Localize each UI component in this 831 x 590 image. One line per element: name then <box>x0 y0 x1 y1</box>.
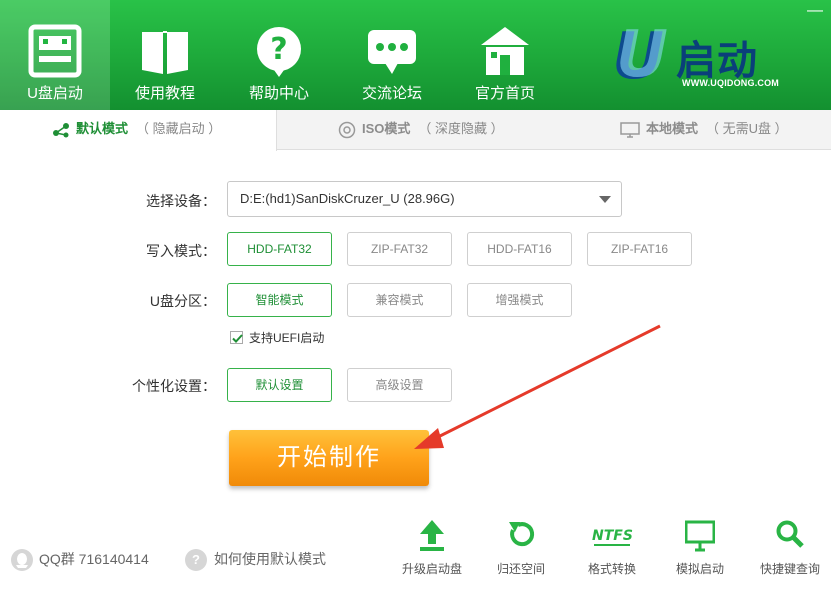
qq-group[interactable]: QQ群 716140414 <box>39 549 149 569</box>
help-default-mode-link[interactable]: 如何使用默认模式 <box>214 549 326 569</box>
hotkey-lookup-button[interactable]: 快捷键查询 <box>753 518 827 582</box>
upgrade-boot-disk-button[interactable]: 升级启动盘 <box>395 518 469 582</box>
tool-label: 格式转换 <box>587 562 636 576</box>
qq-icon <box>11 549 33 571</box>
tool-label: 升级启动盘 <box>401 562 462 576</box>
annotation-arrow <box>414 324 661 449</box>
restore-space-button[interactable]: 归还空间 <box>484 518 558 582</box>
question-icon: ? <box>185 549 207 571</box>
restore-icon <box>509 522 535 547</box>
ntfs-icon: NTFS <box>592 528 633 546</box>
simulate-monitor-icon <box>685 520 715 552</box>
tool-label: 模拟启动 <box>675 562 724 576</box>
tool-label: 快捷键查询 <box>759 562 820 576</box>
simulate-boot-button[interactable]: 模拟启动 <box>663 518 737 582</box>
svg-text:NTFS: NTFS <box>592 528 633 544</box>
search-icon <box>776 520 804 548</box>
upgrade-icon <box>420 520 444 551</box>
format-convert-button[interactable]: NTFS 格式转换 <box>575 518 649 582</box>
tool-label: 归还空间 <box>496 562 545 576</box>
